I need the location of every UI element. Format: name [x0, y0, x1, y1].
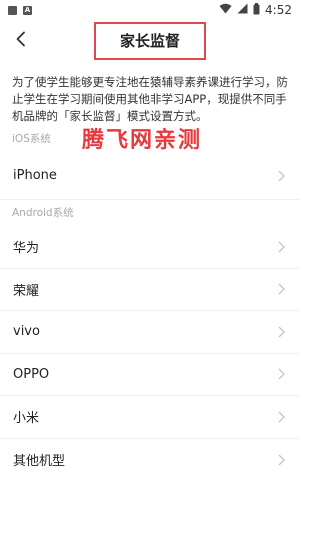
list-item-huawei[interactable]: 华为 — [0, 226, 300, 269]
back-arrow-icon[interactable] — [15, 31, 27, 51]
wifi-icon — [219, 3, 232, 17]
battery-icon — [253, 2, 260, 18]
back-button[interactable] — [8, 28, 34, 54]
list-item-honor[interactable]: 荣耀 — [0, 269, 300, 311]
chevron-right-icon — [276, 325, 286, 339]
chevron-right-icon — [276, 169, 286, 183]
status-bar: A 4:52 — [0, 0, 300, 20]
section-label-android: Android系统 — [0, 200, 300, 226]
status-left: A — [8, 5, 32, 15]
signal-icon — [237, 3, 248, 17]
chevron-right-icon — [276, 282, 286, 296]
status-right: 4:52 — [219, 0, 292, 20]
list-item-label: 华为 — [13, 241, 40, 257]
chevron-right-icon — [276, 410, 286, 424]
section-label-ios: iOS系统 腾飞网亲测 — [0, 126, 300, 153]
chevron-right-icon — [276, 240, 286, 254]
list-item-oppo[interactable]: OPPO — [0, 354, 300, 396]
chevron-right-icon — [276, 453, 286, 467]
gallery-icon — [8, 5, 17, 15]
list-item-label: iPhone — [13, 168, 57, 183]
section-label-android-text: Android系统 — [12, 207, 74, 219]
list-item-label: 其他机型 — [13, 454, 66, 470]
list-item-label: 荣耀 — [13, 283, 40, 299]
list-item-label: OPPO — [13, 366, 50, 382]
description-text: 为了使学生能够更专注地在猿辅导素养课进行学习，防止学生在学习期间使用其他非学习A… — [12, 75, 288, 123]
page-title: 家长监督 — [93, 22, 206, 60]
list-item-xiaomi[interactable]: 小米 — [0, 396, 300, 439]
status-time: 4:52 — [265, 3, 292, 17]
title-bar: 家长监督 — [0, 20, 300, 62]
list-item-other[interactable]: 其他机型 — [0, 439, 300, 482]
a-icon: A — [23, 5, 32, 15]
list-item-label: vivo — [13, 324, 40, 340]
list-item-iphone[interactable]: iPhone — [0, 152, 300, 200]
list-item-label: 小米 — [13, 411, 40, 427]
chevron-right-icon — [276, 367, 286, 381]
section-label-ios-text: iOS系统 — [12, 133, 51, 145]
list-item-vivo[interactable]: vivo — [0, 311, 300, 354]
watermark-text: 腾飞网亲测 — [82, 128, 203, 153]
